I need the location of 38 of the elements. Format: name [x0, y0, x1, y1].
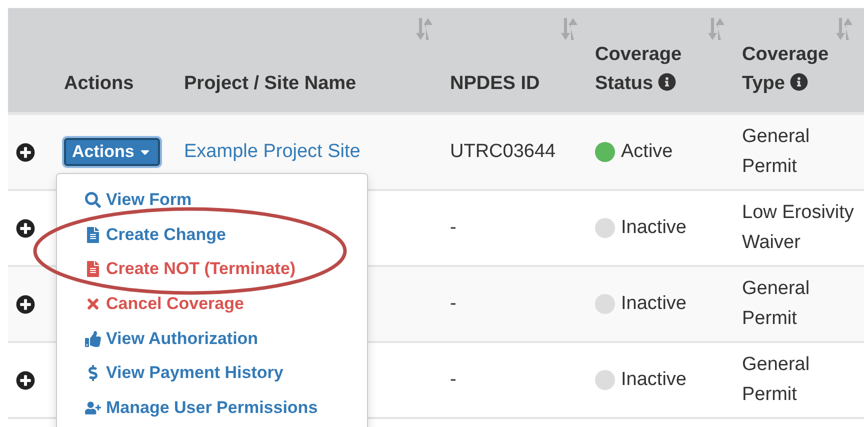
npdes-id: -: [450, 216, 456, 240]
status-text: Inactive: [621, 216, 686, 240]
user-plus-icon: [85, 400, 101, 416]
expand-icon[interactable]: [16, 294, 35, 314]
coverage-type: General Permit: [742, 125, 811, 179]
coverage-type: General Permit: [742, 353, 811, 407]
expand-icon[interactable]: [16, 370, 35, 390]
menu-item[interactable]: Cancel Coverage: [57, 286, 367, 322]
project-link[interactable]: Example Project Site: [184, 141, 360, 163]
column-header[interactable]: Coverage Type: [742, 40, 854, 98]
menu-item[interactable]: View Authorization: [57, 321, 367, 356]
menu-item[interactable]: View Payment History: [57, 356, 367, 391]
npdes-id: UTRC03644: [450, 140, 556, 164]
npdes-id: -: [450, 292, 456, 316]
menu-item[interactable]: Create Change: [57, 218, 367, 252]
close-icon: [85, 296, 101, 312]
actions-button[interactable]: Actions: [64, 138, 160, 166]
coverage-type: Low Erosivity Waiver: [742, 201, 854, 255]
info-icon[interactable]: [790, 73, 808, 91]
menu-item[interactable]: Create NOT (Terminate): [57, 252, 367, 287]
expand-icon[interactable]: [16, 218, 35, 238]
document-icon: [85, 261, 101, 278]
column-header[interactable]: Project / Site Name: [184, 69, 356, 98]
status-text: Inactive: [621, 368, 686, 392]
column-header[interactable]: Coverage Status: [595, 40, 721, 98]
menu-item[interactable]: View Form: [57, 183, 367, 218]
thumbs-up-icon: [85, 330, 101, 347]
coverage-type: General Permit: [742, 277, 811, 331]
status-text: Active: [621, 140, 673, 164]
menu-item[interactable]: Manage User Permissions: [57, 390, 367, 426]
column-header[interactable]: NPDES ID: [450, 69, 540, 98]
npdes-id: -: [450, 368, 456, 392]
search-icon: [85, 192, 101, 208]
column-header: Actions: [64, 72, 134, 96]
info-icon[interactable]: [658, 73, 676, 91]
expand-icon[interactable]: [16, 142, 35, 162]
document-icon: [85, 226, 101, 243]
status-text: Inactive: [621, 292, 686, 316]
